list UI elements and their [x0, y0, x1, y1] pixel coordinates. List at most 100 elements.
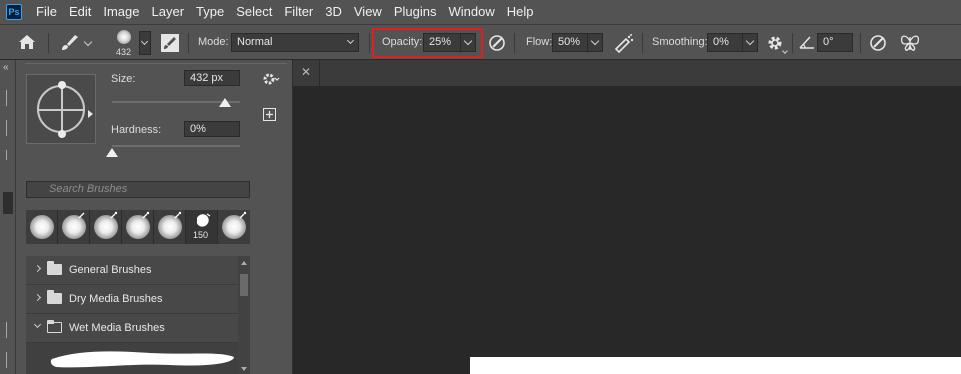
folder-label: General Brushes [69, 264, 152, 276]
brush-folder-list: General Brushes Dry Media Brushes Wet Me… [26, 256, 238, 374]
document-tab-strip: ✕ [293, 60, 961, 86]
brush-preset-panel: Size: 432 px Hardness: 0% Search Brushes… [16, 60, 293, 374]
panel-settings-gear-icon[interactable] [262, 72, 280, 86]
brush-preset-thumbnail[interactable] [112, 28, 136, 48]
flow-dropdown[interactable] [587, 33, 603, 52]
chevron-down-icon [782, 48, 788, 54]
recent-brushes-row: 150 [26, 210, 250, 244]
folder-label: Wet Media Brushes [69, 322, 165, 334]
flow-label: Flow: [526, 36, 553, 48]
mode-select[interactable]: Normal [231, 33, 359, 52]
angle-value: 0° [823, 36, 834, 48]
brush-tip-size: 150 [193, 230, 209, 240]
pressure-size-icon[interactable] [868, 33, 888, 53]
brush-tip[interactable] [26, 210, 58, 244]
brush-icon[interactable] [60, 33, 80, 51]
size-slider-thumb[interactable] [218, 98, 231, 107]
chevron-right-icon[interactable] [33, 264, 42, 273]
active-tool-indicator [3, 192, 13, 214]
menu-type[interactable]: Type [190, 0, 230, 24]
tool-fragment [6, 352, 10, 368]
chevron-down-icon [346, 36, 355, 45]
canvas-document[interactable] [470, 357, 961, 374]
tool-preset-chevron-down-icon[interactable] [83, 37, 93, 47]
document-canvas-area[interactable] [293, 86, 961, 374]
menu-image[interactable]: Image [97, 0, 145, 24]
brush-tip[interactable] [58, 210, 90, 244]
pressure-icon[interactable] [487, 33, 507, 53]
brush-tip[interactable] [218, 210, 250, 244]
search-brushes-input[interactable]: Search Brushes [26, 181, 250, 198]
menu-select[interactable]: Select [230, 0, 278, 24]
brush-settings-icon[interactable] [160, 33, 180, 53]
brush-tip[interactable] [90, 210, 122, 244]
menu-file[interactable]: File [30, 0, 63, 24]
close-icon[interactable]: ✕ [301, 65, 311, 79]
menu-3d[interactable]: 3D [319, 0, 348, 24]
hardness-input[interactable]: 0% [184, 121, 240, 137]
brush-tip-selected[interactable]: 150 [186, 210, 218, 244]
tool-fragment [6, 150, 10, 160]
hardness-slider[interactable] [112, 145, 240, 147]
flow-value: 50% [558, 36, 581, 48]
brush-stroke-preview-row[interactable] [26, 343, 238, 374]
folder-icon [47, 261, 62, 275]
size-input[interactable]: 432 px [184, 70, 240, 86]
home-icon[interactable] [18, 34, 36, 50]
hardness-label: Hardness: [111, 124, 162, 136]
airbrush-badge-icon [239, 211, 247, 219]
new-preset-icon[interactable] [263, 108, 276, 121]
size-label: Size: [111, 73, 136, 85]
airbrush-icon[interactable] [612, 33, 634, 53]
flow-field[interactable]: 50% [552, 33, 588, 52]
menu-help[interactable]: Help [501, 0, 540, 24]
menu-view[interactable]: View [348, 0, 388, 24]
scrollbar-thumb[interactable] [240, 274, 248, 296]
mode-value: Normal [237, 36, 273, 48]
menu-bar: Ps File Edit Image Layer Type Select Fil… [0, 0, 961, 24]
folder-row[interactable]: Dry Media Brushes [26, 285, 238, 314]
butterfly-icon[interactable] [899, 33, 921, 53]
opacity-highlight-box [372, 28, 483, 58]
hardness-slider-thumb[interactable] [106, 148, 118, 157]
smoothing-value: 0% [713, 36, 729, 48]
smoothing-label: Smoothing: [652, 36, 708, 48]
tool-fragment [6, 90, 10, 106]
gear-icon[interactable] [766, 34, 784, 52]
tool-fragment [6, 120, 10, 136]
airbrush-badge-icon [142, 211, 150, 219]
chevron-down-icon[interactable] [33, 320, 42, 329]
preview-arrow-icon[interactable] [88, 110, 93, 118]
folder-icon [47, 290, 62, 304]
wet-brush-stroke-preview [50, 351, 234, 368]
collapse-chevrons-icon[interactable]: « [3, 62, 9, 73]
brush-angle-preview[interactable] [26, 74, 96, 144]
menu-edit[interactable]: Edit [63, 0, 97, 24]
folder-row[interactable]: General Brushes [26, 256, 238, 285]
menu-layer[interactable]: Layer [146, 0, 191, 24]
folder-row-expanded[interactable]: Wet Media Brushes [26, 314, 238, 343]
brush-badge-icon [78, 212, 85, 219]
angle-field[interactable]: 0° [817, 33, 853, 52]
photoshop-logo-icon: Ps [6, 4, 22, 20]
mode-label: Mode: [198, 36, 229, 48]
folder-open-icon [46, 320, 62, 333]
menu-plugins[interactable]: Plugins [388, 0, 443, 24]
airbrush-badge-icon [174, 211, 182, 219]
tool-fragment [6, 322, 10, 338]
smoothing-field[interactable]: 0% [707, 33, 743, 52]
chevron-right-icon[interactable] [33, 293, 42, 302]
panel-top-rule [25, 63, 287, 64]
menu-filter[interactable]: Filter [278, 0, 319, 24]
airbrush-badge-icon [110, 211, 118, 219]
menu-window[interactable]: Window [442, 0, 500, 24]
brush-tip[interactable] [122, 210, 154, 244]
brush-list-scrollbar[interactable] [238, 256, 250, 374]
tool-strip: « [0, 60, 16, 374]
angle-icon [799, 36, 814, 49]
folder-label: Dry Media Brushes [69, 293, 163, 305]
brush-picker-dropdown[interactable] [139, 31, 151, 55]
smoothing-dropdown[interactable] [742, 33, 758, 52]
brush-tip[interactable] [154, 210, 186, 244]
splatter-brush-icon [196, 213, 211, 227]
